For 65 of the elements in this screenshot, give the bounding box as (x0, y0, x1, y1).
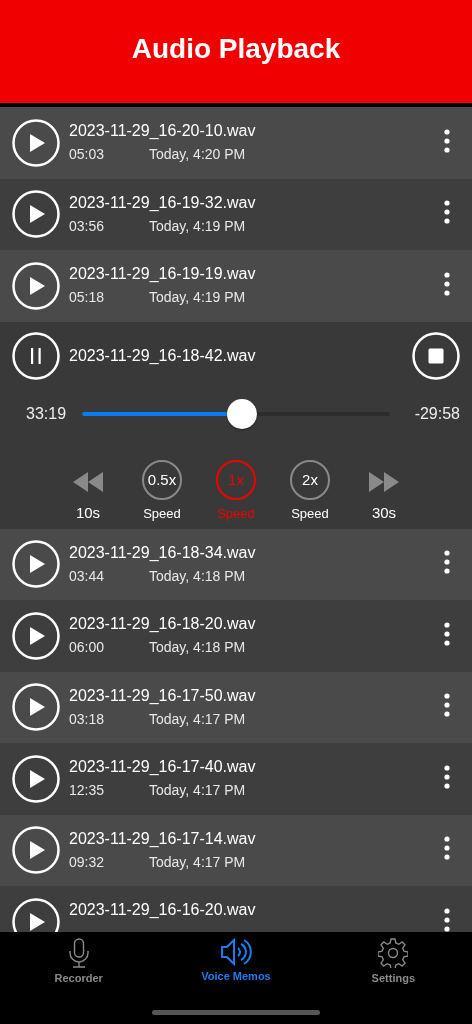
file-name: 2023-11-29_16-16-20.wav (69, 901, 257, 919)
duration: 03:44 (69, 567, 106, 584)
more-icon[interactable] (444, 907, 450, 932)
skip-label: 10s (75, 503, 101, 521)
rewind-icon[interactable] (73, 471, 103, 492)
duration: 03:56 (69, 217, 106, 234)
play-icon[interactable] (12, 261, 60, 310)
date: Today, 4:17 PM (149, 782, 246, 798)
duration: 05:03 (69, 146, 106, 162)
file-name: 2023-11-29_16-20-10.wav (69, 122, 257, 140)
date: Today, 4:18 PM (149, 567, 246, 584)
play-icon[interactable] (12, 118, 60, 167)
more-icon[interactable] (444, 550, 450, 575)
tab[interactable]: Settings (314, 938, 472, 984)
skip-label: 30s (371, 503, 397, 521)
speed-button[interactable]: 2x (290, 459, 330, 500)
play-icon[interactable] (12, 540, 60, 589)
date: Today, 4:17 PM (149, 853, 246, 870)
more-icon[interactable] (444, 693, 450, 718)
more-icon[interactable] (444, 836, 450, 861)
pause-icon[interactable] (12, 331, 60, 380)
file-name: 2023-11-29_16-18-42.wav (69, 346, 257, 365)
speaker-icon (220, 938, 252, 966)
more-icon[interactable] (444, 271, 450, 296)
play-icon[interactable] (12, 754, 60, 803)
duration: 06:00 (69, 639, 106, 655)
app-title: Audio Playback (130, 33, 342, 65)
tab[interactable]: Recorder (0, 938, 158, 984)
speed-label: Speed (291, 505, 329, 521)
settings-icon (378, 938, 409, 968)
file-name: 2023-11-29_16-19-19.wav (69, 265, 257, 283)
date: Today, 4:18 PM (149, 639, 246, 655)
seek-slider[interactable] (82, 397, 390, 430)
date: Today, 4:19 PM (149, 217, 246, 234)
elapsed-time: 33:19 (25, 404, 68, 423)
file-name: 2023-11-29_16-19-32.wav (69, 193, 257, 212)
remaining-time: -29:58 (413, 404, 460, 423)
stop-icon[interactable] (412, 331, 460, 380)
fast-forward-icon[interactable] (369, 471, 399, 492)
file-name: 2023-11-29_16-17-40.wav (69, 758, 257, 776)
speed-button[interactable]: 0.5x (142, 459, 182, 500)
date: Today, 4:17 PM (149, 710, 246, 727)
more-icon[interactable] (444, 764, 450, 789)
tab[interactable]: Voice Memos (157, 938, 315, 984)
play-icon[interactable] (12, 683, 60, 732)
duration: 03:18 (69, 710, 106, 727)
file-name: 2023-11-29_16-18-20.wav (69, 615, 257, 633)
play-icon[interactable] (12, 190, 60, 239)
duration: 05:18 (69, 289, 106, 305)
slider-thumb[interactable] (227, 398, 258, 429)
file-name: 2023-11-29_16-17-50.wav (69, 686, 257, 705)
speed-label: Speed (143, 505, 181, 521)
file-name: 2023-11-29_16-17-14.wav (69, 829, 257, 848)
date: Today, 4:20 PM (149, 146, 246, 162)
duration: 12:35 (69, 782, 106, 798)
date: Today, 4:19 PM (149, 289, 246, 305)
more-icon[interactable] (444, 200, 450, 225)
file-name: 2023-11-29_16-18-34.wav (69, 543, 257, 562)
play-icon[interactable] (12, 826, 60, 875)
more-icon[interactable] (444, 621, 450, 646)
speed-label: Speed (217, 505, 255, 521)
play-icon[interactable] (12, 897, 60, 932)
play-icon[interactable] (12, 611, 60, 660)
duration: 09:32 (69, 853, 106, 870)
more-icon[interactable] (444, 128, 450, 153)
